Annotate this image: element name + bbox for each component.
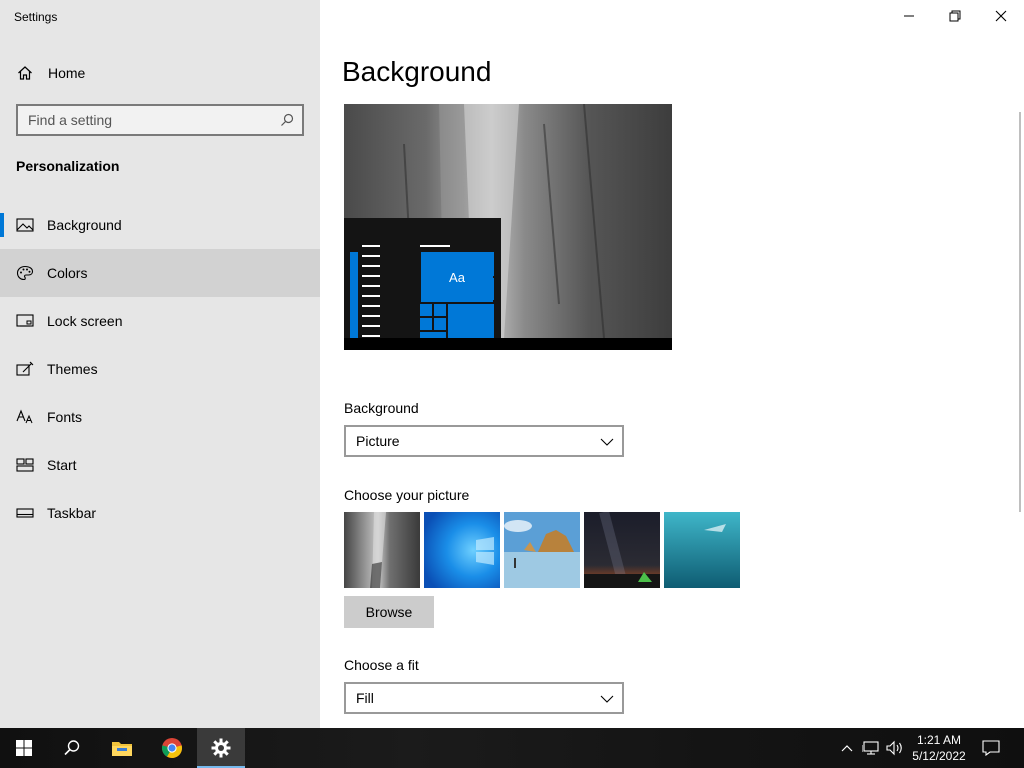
chevron-down-icon — [600, 695, 614, 703]
fit-dropdown-value: Fill — [356, 690, 374, 706]
minimize-icon — [904, 15, 914, 17]
chevron-up-icon — [841, 745, 853, 752]
preview-tile: Aa — [421, 252, 493, 302]
volume-button[interactable] — [885, 738, 905, 758]
thumbnail-night-sky[interactable] — [584, 512, 660, 588]
palette-icon — [16, 265, 34, 281]
windows-logo-icon — [16, 740, 32, 756]
minimize-button[interactable] — [886, 0, 932, 32]
rock-thumbnail-image — [344, 512, 420, 588]
page-title: Background — [342, 56, 492, 87]
sidebar-item-label: Themes — [47, 361, 98, 377]
sidebar-item-colors[interactable]: Colors — [0, 249, 320, 297]
scrollbar[interactable] — [1019, 112, 1021, 512]
browse-button[interactable]: Browse — [344, 596, 434, 628]
clock-time: 1:21 AM — [916, 733, 962, 747]
search-placeholder: Find a setting — [28, 112, 113, 128]
network-icon — [862, 741, 879, 755]
sidebar-item-label: Taskbar — [47, 505, 97, 521]
volume-icon — [886, 740, 902, 756]
search-icon — [64, 740, 80, 756]
sidebar-item-label: Colors — [47, 265, 88, 281]
windows-thumbnail-image — [424, 512, 500, 588]
taskbar: 1:21 AM 5/12/2022 — [0, 728, 1024, 768]
restore-icon — [949, 10, 961, 22]
background-label: Background — [344, 400, 419, 416]
home-icon — [18, 66, 32, 80]
sidebar-item-lock-screen[interactable]: Lock screen — [0, 297, 320, 345]
taskbar-search-button[interactable] — [48, 728, 96, 768]
themes-icon — [16, 361, 34, 376]
home-label: Home — [48, 65, 86, 81]
choose-fit-label: Choose a fit — [344, 657, 419, 673]
sidebar-item-fonts[interactable]: Fonts — [0, 393, 320, 441]
beach-thumbnail-image — [504, 512, 580, 588]
show-hidden-icons-button[interactable] — [837, 738, 857, 758]
network-button[interactable] — [861, 738, 881, 758]
fit-dropdown[interactable]: Fill — [344, 682, 624, 714]
restore-button[interactable] — [932, 0, 978, 32]
start-icon — [16, 458, 34, 472]
sidebar-item-start[interactable]: Start — [0, 441, 320, 489]
night-sky-thumbnail-image — [584, 512, 660, 588]
taskbar-icon — [16, 508, 34, 518]
settings-app-button[interactable] — [197, 728, 245, 768]
background-dropdown-value: Picture — [356, 433, 400, 449]
thumbnail-windows[interactable] — [424, 512, 500, 588]
lock-screen-icon — [16, 314, 34, 327]
picture-thumbnails — [344, 512, 740, 588]
action-center-button[interactable] — [981, 738, 1001, 758]
thumbnail-rock[interactable] — [344, 512, 420, 588]
thumbnail-underwater[interactable] — [664, 512, 740, 588]
sidebar-item-themes[interactable]: Themes — [0, 345, 320, 393]
settings-gear-icon — [211, 738, 231, 758]
app-title: Settings — [14, 10, 58, 24]
thumbnail-beach[interactable] — [504, 512, 580, 588]
search-icon — [281, 113, 294, 126]
fonts-icon — [16, 409, 33, 424]
chrome-button[interactable] — [148, 728, 196, 768]
sidebar-home[interactable]: Home — [0, 56, 320, 90]
section-title: Personalization — [16, 158, 120, 174]
sidebar-item-label: Lock screen — [47, 313, 123, 329]
sidebar-item-taskbar[interactable]: Taskbar — [0, 489, 320, 537]
close-button[interactable] — [978, 0, 1024, 32]
choose-picture-label: Choose your picture — [344, 487, 470, 503]
desktop-preview: Aa — [344, 104, 672, 350]
file-explorer-icon — [112, 742, 132, 756]
background-dropdown[interactable]: Picture — [344, 425, 624, 457]
picture-icon — [16, 218, 34, 232]
clock-date: 5/12/2022 — [912, 749, 966, 763]
chrome-icon — [161, 738, 183, 759]
sidebar-item-label: Fonts — [47, 409, 83, 425]
sidebar-item-label: Background — [47, 217, 122, 233]
search-input[interactable]: Find a setting — [16, 104, 304, 136]
underwater-thumbnail-image — [664, 512, 740, 588]
notification-icon — [982, 740, 1000, 756]
preview-taskbar — [344, 338, 672, 350]
sidebar-item-background[interactable]: Background — [0, 201, 320, 249]
chevron-down-icon — [600, 438, 614, 446]
start-button[interactable] — [0, 728, 48, 768]
sidebar: Settings Home Find a setting Personaliza… — [0, 0, 320, 728]
sidebar-item-label: Start — [47, 457, 77, 473]
close-icon — [995, 10, 1007, 22]
clock[interactable]: 1:21 AM 5/12/2022 — [908, 732, 970, 764]
file-explorer-button[interactable] — [98, 728, 146, 768]
